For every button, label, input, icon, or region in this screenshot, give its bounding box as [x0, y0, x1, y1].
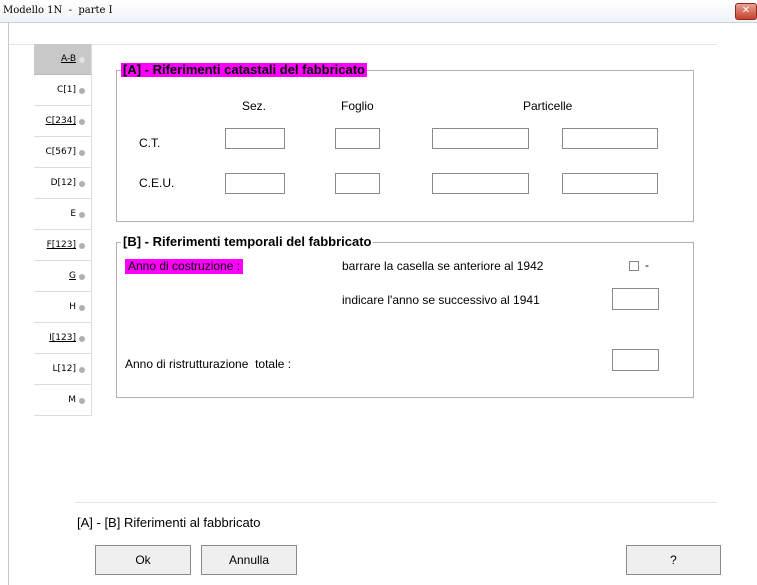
content-top-divider [9, 44, 717, 45]
ceu-foglio-input[interactable] [335, 173, 380, 194]
tab-status-dot-icon [79, 274, 85, 280]
row-ceu-label: C.E.U. [139, 176, 175, 190]
ct-sez-input[interactable] [225, 128, 285, 149]
close-icon: ✕ [741, 5, 751, 16]
tab-d-12[interactable]: D[12] [34, 168, 92, 199]
tab-label: C[567] [45, 147, 77, 157]
footer-divider [75, 502, 717, 503]
ct-particella-1-input[interactable] [432, 128, 529, 149]
ceu-sez-input[interactable] [225, 173, 285, 194]
anteriore-1942-checkbox[interactable] [629, 261, 639, 271]
title-bar: Modello 1N - parte I ✕ [0, 0, 757, 23]
tab-label: D[12] [50, 178, 76, 188]
tab-label: I[123] [49, 333, 76, 343]
ceu-particella-1-input[interactable] [432, 173, 529, 194]
tab-status-dot-icon [79, 119, 85, 125]
footer-title: [A] - [B] Riferimenti al fabbricato [77, 515, 261, 530]
tab-status-dot-icon [79, 367, 85, 373]
tab-m[interactable]: M [34, 385, 92, 416]
tab-c-567[interactable]: C[567] [34, 137, 92, 168]
tab-label: A-B [60, 54, 76, 64]
help-button[interactable]: ? [626, 545, 721, 575]
tab-status-dot-icon [79, 336, 85, 342]
tab-a-b[interactable]: A-B [34, 44, 92, 75]
tab-label: C[234] [45, 116, 77, 126]
indicare-instruction: indicare l'anno se successivo al 1941 [342, 293, 540, 307]
tab-f-123[interactable]: F[123] [34, 230, 92, 261]
tab-label: F[123] [46, 240, 76, 250]
tab-g[interactable]: G [34, 261, 92, 292]
tab-status-dot-icon [79, 212, 85, 218]
barrare-instruction: barrare la casella se anteriore al 1942 [342, 259, 544, 273]
tab-l-12[interactable]: L[12] [34, 354, 92, 385]
ct-foglio-input[interactable] [335, 128, 380, 149]
tab-label: H [69, 302, 76, 312]
anno-ristrutturazione-input[interactable] [612, 349, 659, 371]
tab-status-dot-icon [79, 150, 85, 156]
ristrutturazione-label: Anno di ristrutturazione totale : [125, 357, 292, 371]
tab-status-dot-icon [79, 243, 85, 249]
tab-c-234[interactable]: C[234] [34, 106, 92, 137]
window-title: Modello 1N - parte I [3, 5, 113, 16]
column-particelle-label: Particelle [523, 99, 573, 113]
tab-strip: A-B C[1] C[234] C[567] D[12] E F[123] G H I[123] L… [34, 44, 92, 416]
ct-particella-2-input[interactable] [562, 128, 658, 149]
ok-button[interactable]: Ok [95, 545, 191, 575]
tab-status-dot-icon [79, 398, 85, 404]
tab-status-dot-icon [79, 181, 85, 187]
anno-costruzione-input[interactable] [612, 288, 659, 310]
tab-status-dot-icon [79, 305, 85, 311]
tab-label: E [70, 209, 76, 219]
section-b-legend: [B] - Riferimenti temporali del fabbrica… [121, 234, 374, 249]
row-ct-label: C.T. [139, 136, 161, 150]
annulla-button[interactable]: Annulla [201, 545, 297, 575]
section-a-legend: [A] - Riferimenti catastali del fabbrica… [121, 62, 367, 77]
checkbox-suffix: - [645, 258, 649, 272]
column-sez-label: Sez. [242, 99, 267, 113]
tab-label: L[12] [52, 364, 77, 374]
close-button[interactable]: ✕ [735, 3, 757, 20]
tab-label: G [69, 271, 76, 281]
tab-h[interactable]: H [34, 292, 92, 323]
window-left-border [8, 22, 9, 585]
ceu-particella-2-input[interactable] [562, 173, 658, 194]
tab-i-123[interactable]: I[123] [34, 323, 92, 354]
tab-c-1[interactable]: C[1] [34, 75, 92, 106]
anno-costruzione-label: Anno di costruzione : [125, 259, 244, 274]
tab-status-dot-icon [79, 57, 85, 63]
column-foglio-label: Foglio [341, 99, 374, 113]
tab-e[interactable]: E [34, 199, 92, 230]
tab-status-dot-icon [79, 88, 85, 94]
tab-label: C[1] [56, 85, 76, 95]
tab-label: M [68, 395, 76, 405]
